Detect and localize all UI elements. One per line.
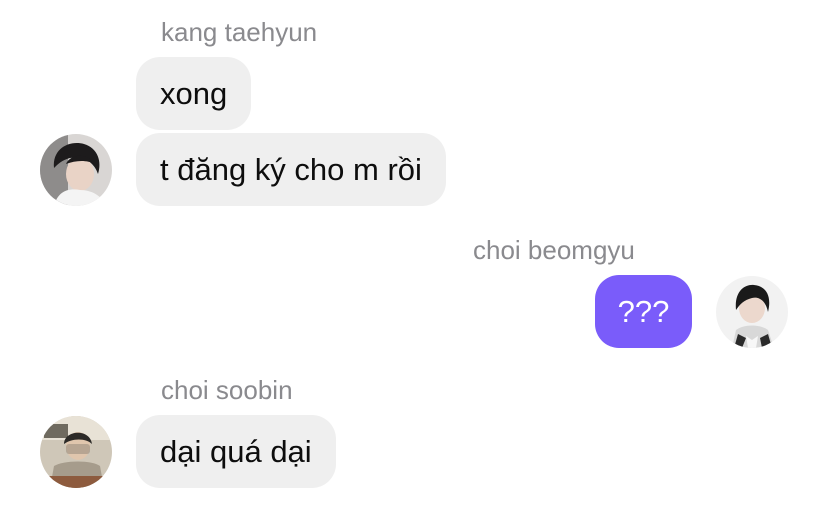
sender-name-kang-taehyun: kang taehyun xyxy=(161,17,318,47)
avatar-photo-icon xyxy=(716,276,788,348)
avatar-choi-beomgyu[interactable] xyxy=(716,276,788,348)
message-bubble[interactable]: t đăng ký cho m rồi xyxy=(136,133,446,206)
message-bubble[interactable]: dại quá dại xyxy=(136,415,336,488)
message-bubble-outgoing[interactable]: ??? xyxy=(595,275,692,348)
avatar-choi-soobin[interactable] xyxy=(40,416,112,488)
sender-name-choi-beomgyu: choi beomgyu xyxy=(473,235,635,265)
avatar-photo-icon xyxy=(40,416,112,488)
message-bubble[interactable]: xong xyxy=(136,57,252,130)
sender-name-choi-soobin: choi soobin xyxy=(161,375,293,405)
avatar-photo-icon xyxy=(40,134,112,206)
avatar-kang-taehyun[interactable] xyxy=(40,134,112,206)
